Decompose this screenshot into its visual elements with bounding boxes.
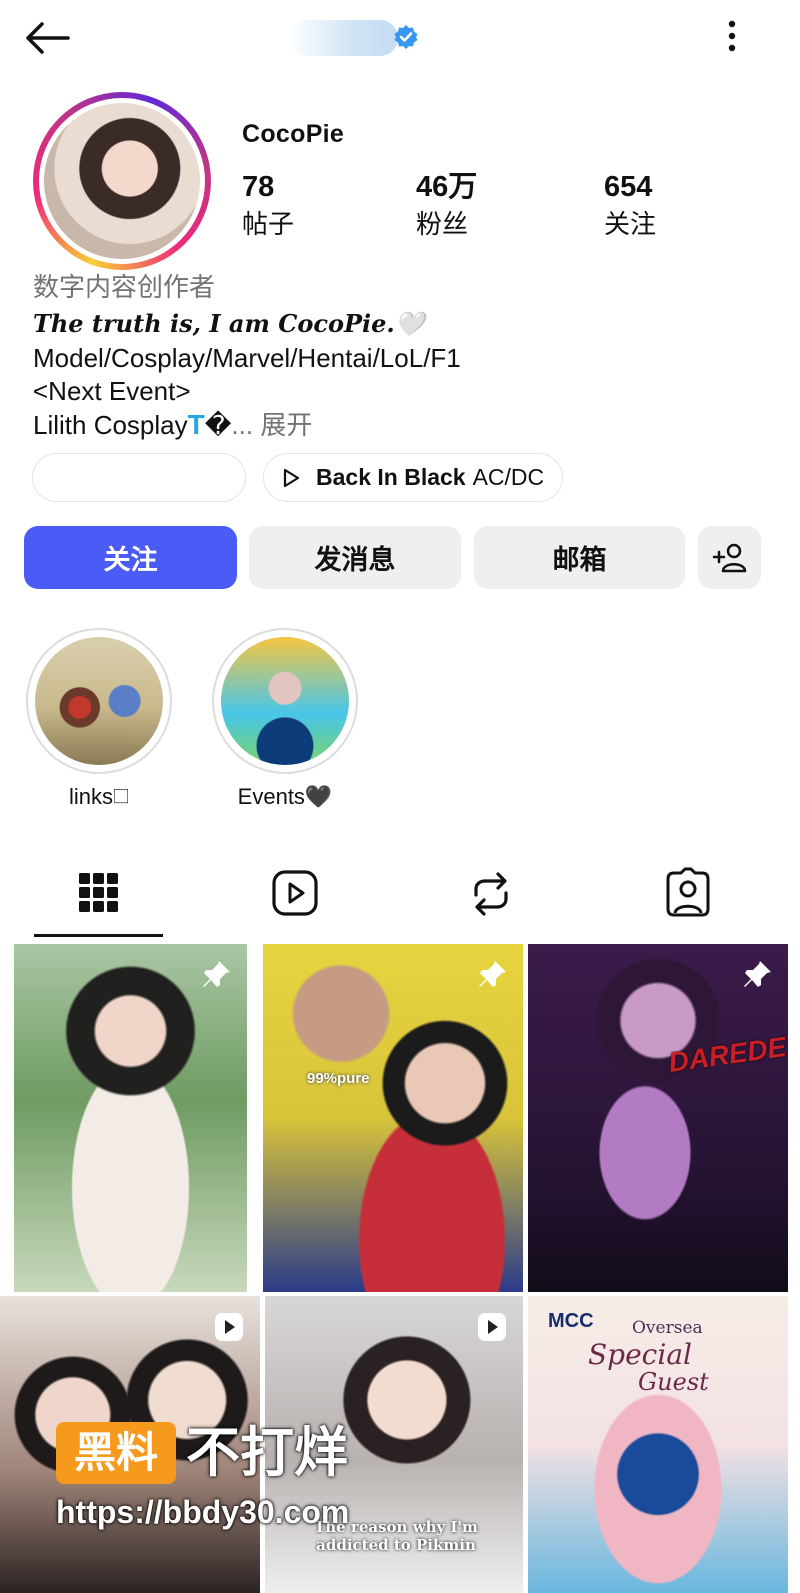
bio-line-4: Lilith CosplayT�... 展开 xyxy=(33,408,773,442)
post-caption: DAREDEVIL xyxy=(666,1024,788,1079)
pin-icon xyxy=(744,961,771,987)
music-artist: AC/DC xyxy=(472,464,545,490)
bio-line-1: The truth is, I am CocoPie.🤍 xyxy=(33,309,425,338)
post-caption-oversea: Oversea xyxy=(632,1318,703,1338)
message-button[interactable]: 发消息 xyxy=(249,526,461,589)
t-emoji-icon: T xyxy=(187,409,205,440)
username-handle-blurred xyxy=(288,20,398,56)
active-tab-indicator xyxy=(34,934,163,937)
tab-posts-grid[interactable] xyxy=(71,867,125,921)
pin-icon xyxy=(203,961,230,987)
stat-followers-value: 46万 xyxy=(416,171,478,203)
profile-tabs xyxy=(0,845,800,940)
back-button[interactable] xyxy=(22,18,72,58)
post-caption-brand: MCC xyxy=(548,1310,594,1332)
reel-icon xyxy=(215,1313,243,1341)
post-tile[interactable]: 99%pure xyxy=(263,944,523,1292)
watermark-overlay: 黑料 不打烊 https://bbdy30.com xyxy=(56,1420,476,1540)
highlight-events-label: Events🖤 xyxy=(237,784,333,809)
reels-icon xyxy=(272,870,318,916)
watermark-url: https://bbdy30.com xyxy=(56,1494,350,1530)
bio-category: 数字内容创作者 xyxy=(33,272,216,302)
highlight-events-cover xyxy=(221,637,349,765)
post-tile[interactable]: MCC Oversea Special Guest xyxy=(528,1296,788,1593)
email-button[interactable]: 邮箱 xyxy=(474,526,685,589)
post-caption-guest: Guest xyxy=(638,1368,709,1396)
post-tile[interactable]: DAREDEVIL xyxy=(528,944,788,1292)
highlight-links-cover xyxy=(35,637,163,765)
top-bar xyxy=(0,0,800,80)
stat-following[interactable]: 654 关注 xyxy=(604,170,656,242)
highlight-events[interactable]: Events🖤 xyxy=(210,628,360,812)
profile-username: CocoPie xyxy=(242,120,345,148)
grid-icon xyxy=(79,873,118,912)
post-caption-special: Special xyxy=(588,1338,692,1371)
tagged-icon xyxy=(666,867,710,917)
post-caption: 99%pure xyxy=(307,1070,370,1087)
highlight-links[interactable]: links🗆 xyxy=(24,628,174,812)
post-tile[interactable] xyxy=(14,944,247,1292)
arrow-left-icon xyxy=(26,22,70,54)
more-options-button[interactable] xyxy=(712,16,752,56)
pin-icon xyxy=(479,961,506,987)
watermark-badge: 黑料 xyxy=(56,1422,176,1484)
add-person-icon xyxy=(712,543,746,572)
tab-reposts[interactable] xyxy=(464,867,518,921)
music-song: Back In Black xyxy=(316,464,466,490)
stat-followers-label: 粉丝 xyxy=(416,209,469,239)
follow-button[interactable]: 关注 xyxy=(24,526,237,589)
avatar-image xyxy=(44,103,200,259)
profile-avatar[interactable] xyxy=(33,92,211,270)
verified-badge-icon xyxy=(394,25,418,49)
stat-posts[interactable]: 78 帖子 xyxy=(242,170,294,242)
tab-tagged[interactable] xyxy=(661,867,715,921)
stat-following-label: 关注 xyxy=(604,209,657,239)
stat-posts-value: 78 xyxy=(242,171,275,203)
reposts-icon xyxy=(474,872,508,916)
stat-followers[interactable]: 46万 粉丝 xyxy=(416,170,477,242)
bio-line-3: <Next Event> xyxy=(33,376,191,406)
play-icon xyxy=(283,468,300,487)
bio-line-4-glyph: � xyxy=(204,410,232,440)
stat-posts-label: 帖子 xyxy=(242,209,295,239)
profile-bio: 数字内容创作者 The truth is, I am CocoPie.🤍 Mod… xyxy=(33,268,773,442)
bio-expand-link[interactable]: ... 展开 xyxy=(231,410,312,440)
tab-reels[interactable] xyxy=(268,867,322,921)
music-pill[interactable]: Back In Black AC/DC xyxy=(263,453,563,502)
link-pill[interactable] xyxy=(32,453,246,502)
bio-line-2: Model/Cosplay/Marvel/Hentai/LoL/F1 xyxy=(33,343,461,373)
reel-icon xyxy=(478,1313,506,1341)
add-person-button[interactable] xyxy=(698,526,761,589)
stat-following-value: 654 xyxy=(604,171,653,203)
more-vertical-icon xyxy=(728,20,736,52)
watermark-title: 不打烊 xyxy=(186,1423,348,1483)
highlight-links-label: links🗆 xyxy=(68,784,130,809)
bio-line-4-text: Lilith Cosplay xyxy=(33,410,188,440)
